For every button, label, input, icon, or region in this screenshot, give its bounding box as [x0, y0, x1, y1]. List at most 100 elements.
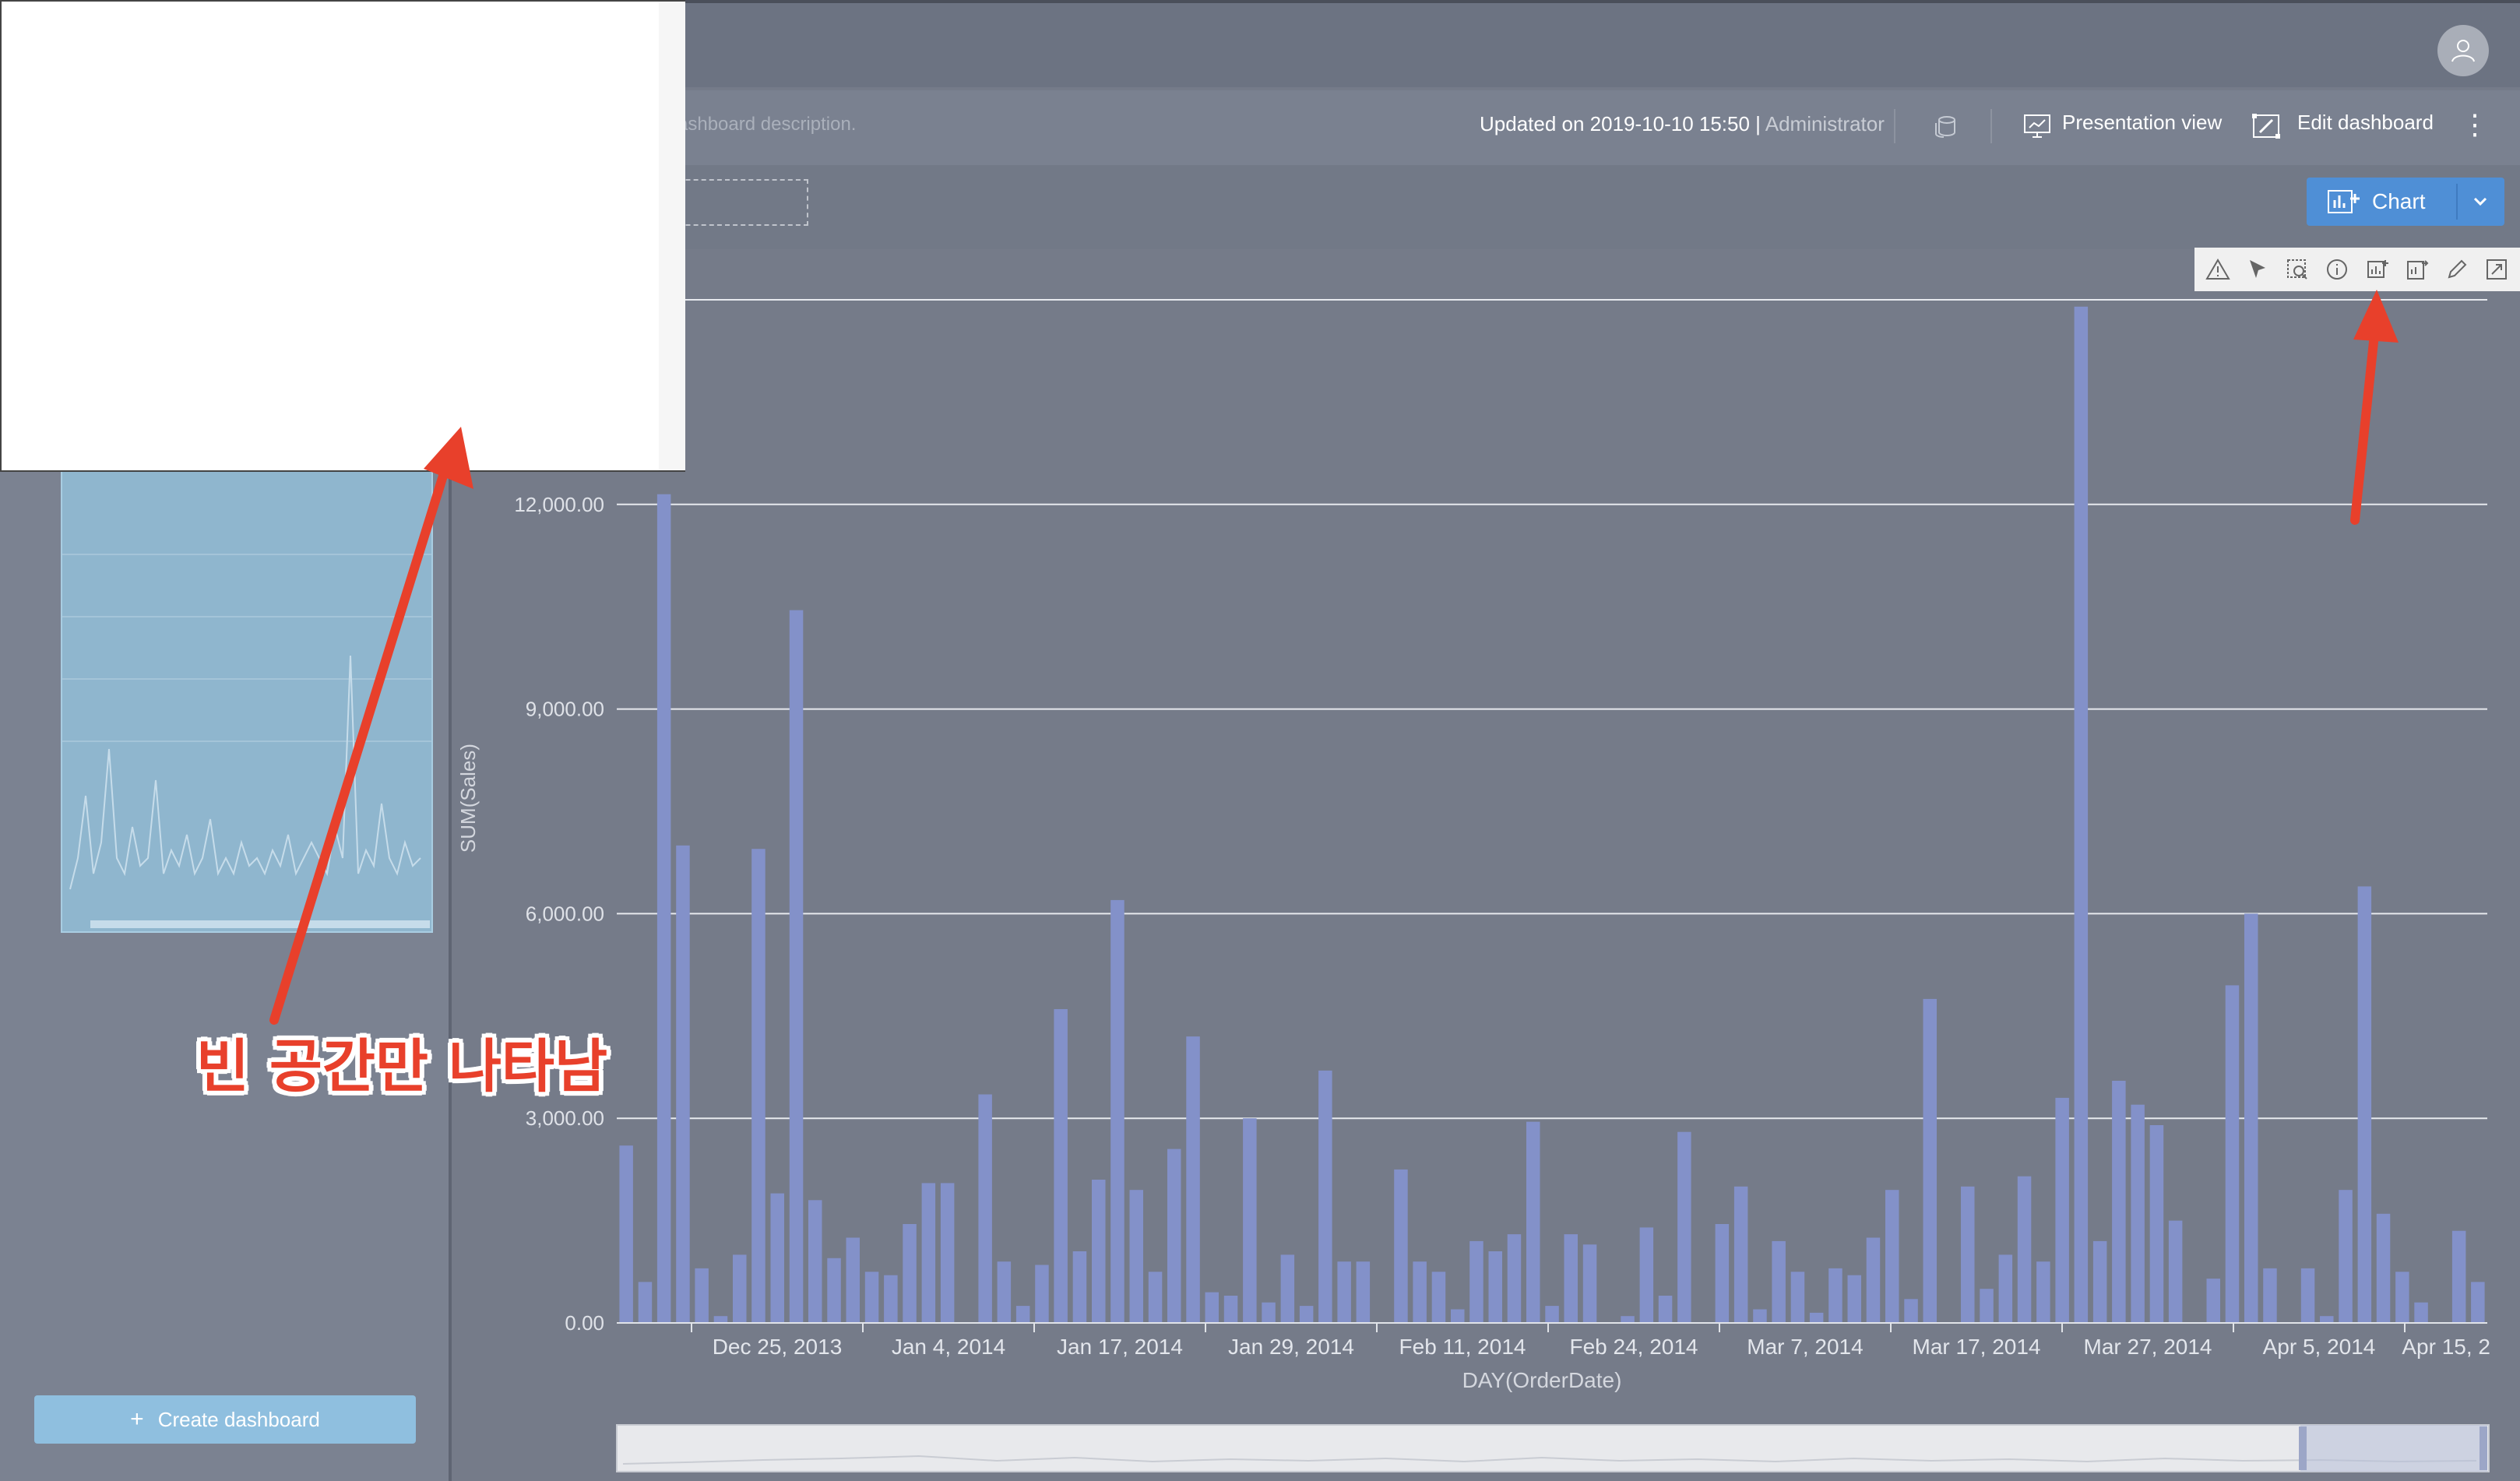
- bar[interactable]: [1772, 1240, 1786, 1323]
- bar[interactable]: [997, 1261, 1012, 1323]
- bar[interactable]: [2131, 1104, 2145, 1323]
- bar[interactable]: [846, 1237, 861, 1324]
- bar[interactable]: [1318, 1070, 1332, 1323]
- bar[interactable]: [2168, 1220, 2183, 1323]
- bar[interactable]: [1092, 1180, 1106, 1323]
- bar[interactable]: [2451, 1230, 2466, 1323]
- bar[interactable]: [1015, 1306, 1030, 1323]
- bar[interactable]: [1961, 1186, 1975, 1323]
- bar[interactable]: [2017, 1176, 2032, 1323]
- bar[interactable]: [2471, 1282, 2485, 1323]
- bar[interactable]: [1280, 1254, 1295, 1323]
- export-icon[interactable]: [2402, 254, 2433, 285]
- bar[interactable]: [2395, 1272, 2409, 1323]
- range-selection[interactable]: [2300, 1425, 2487, 1472]
- bar[interactable]: [1639, 1227, 1654, 1323]
- bar[interactable]: [2244, 913, 2258, 1323]
- bar[interactable]: [1526, 1121, 1540, 1323]
- bar[interactable]: [1148, 1272, 1163, 1323]
- bar[interactable]: [1186, 1036, 1200, 1323]
- bar[interactable]: [1507, 1234, 1522, 1323]
- dashboard-description[interactable]: ashboard description.: [678, 114, 856, 135]
- bar[interactable]: [978, 1094, 992, 1324]
- edit-icon[interactable]: [2441, 254, 2472, 285]
- bar[interactable]: [1564, 1234, 1579, 1323]
- create-dashboard-button[interactable]: + Create dashboard: [34, 1395, 416, 1444]
- bar[interactable]: [1413, 1261, 1427, 1323]
- bar[interactable]: [1923, 998, 1938, 1323]
- add-chart-button[interactable]: Chart: [2307, 178, 2504, 226]
- bar[interactable]: [2339, 1190, 2353, 1323]
- bar[interactable]: [733, 1254, 747, 1323]
- bar[interactable]: [2320, 1316, 2334, 1323]
- bar[interactable]: [2376, 1213, 2391, 1323]
- bar[interactable]: [1035, 1265, 1049, 1324]
- bar[interactable]: [1621, 1316, 1635, 1323]
- blank-popup[interactable]: [0, 0, 685, 472]
- bar[interactable]: [921, 1183, 936, 1323]
- bar[interactable]: [1469, 1240, 1483, 1323]
- bar[interactable]: [1998, 1254, 2013, 1323]
- bar[interactable]: [1885, 1190, 1899, 1323]
- bar[interactable]: [884, 1275, 898, 1323]
- bar[interactable]: [1356, 1261, 1371, 1323]
- bar[interactable]: [1167, 1149, 1181, 1323]
- bar[interactable]: [1205, 1292, 1220, 1323]
- bar[interactable]: [2225, 985, 2240, 1323]
- bar[interactable]: [1110, 899, 1124, 1323]
- bar[interactable]: [1733, 1186, 1748, 1323]
- bar[interactable]: [1431, 1272, 1446, 1323]
- bar[interactable]: [2357, 886, 2372, 1323]
- bar[interactable]: [827, 1258, 841, 1323]
- bar[interactable]: [2300, 1268, 2315, 1323]
- bar[interactable]: [2055, 1097, 2069, 1323]
- bar[interactable]: [940, 1183, 955, 1323]
- bar[interactable]: [1299, 1306, 1314, 1323]
- bar[interactable]: [1753, 1309, 1767, 1324]
- bar[interactable]: [1904, 1299, 1918, 1323]
- bar[interactable]: [656, 494, 671, 1324]
- warning-icon[interactable]: [2202, 254, 2233, 285]
- bar[interactable]: [1677, 1131, 1691, 1323]
- bar[interactable]: [1223, 1296, 1238, 1323]
- range-handle-left[interactable]: [2299, 1426, 2307, 1470]
- bar[interactable]: [1790, 1272, 1805, 1323]
- bar[interactable]: [2263, 1268, 2277, 1323]
- bar[interactable]: [1337, 1261, 1351, 1323]
- bar[interactable]: [2149, 1125, 2164, 1323]
- bar[interactable]: [1715, 1224, 1730, 1323]
- bar[interactable]: [695, 1268, 709, 1323]
- dashboard-thumbnail[interactable]: [61, 467, 433, 933]
- bar[interactable]: [1582, 1244, 1597, 1323]
- bar[interactable]: [1394, 1169, 1408, 1323]
- bar[interactable]: [1866, 1237, 1881, 1324]
- zoom-select-icon[interactable]: [2282, 254, 2313, 285]
- bar[interactable]: [1072, 1251, 1087, 1323]
- bar[interactable]: [2036, 1261, 2050, 1323]
- bar[interactable]: [2112, 1081, 2126, 1323]
- chevron-down-icon[interactable]: [2472, 193, 2489, 210]
- bar[interactable]: [1847, 1275, 1862, 1323]
- bar[interactable]: [1545, 1306, 1559, 1323]
- bar[interactable]: [903, 1224, 917, 1323]
- bar[interactable]: [1488, 1251, 1503, 1323]
- bar[interactable]: [751, 849, 766, 1323]
- info-icon[interactable]: [2321, 254, 2353, 285]
- bar[interactable]: [789, 610, 804, 1323]
- bar[interactable]: [2414, 1302, 2428, 1323]
- bar[interactable]: [1658, 1296, 1673, 1323]
- bar[interactable]: [676, 845, 690, 1323]
- bar[interactable]: [2092, 1240, 2107, 1323]
- bar[interactable]: [713, 1316, 728, 1323]
- datasource-icon[interactable]: [1928, 109, 1962, 143]
- bar[interactable]: [1809, 1312, 1824, 1323]
- bar[interactable]: [638, 1282, 653, 1323]
- more-menu-icon[interactable]: ⋮: [2461, 109, 2489, 140]
- bar[interactable]: [1243, 1118, 1257, 1323]
- range-navigator[interactable]: [616, 1424, 2490, 1472]
- presentation-view-button[interactable]: Presentation view: [2062, 111, 2222, 135]
- fullscreen-icon[interactable]: [2481, 254, 2512, 285]
- add-chart-icon[interactable]: [2362, 254, 2393, 285]
- pointer-icon[interactable]: [2242, 254, 2273, 285]
- bar[interactable]: [1129, 1190, 1144, 1323]
